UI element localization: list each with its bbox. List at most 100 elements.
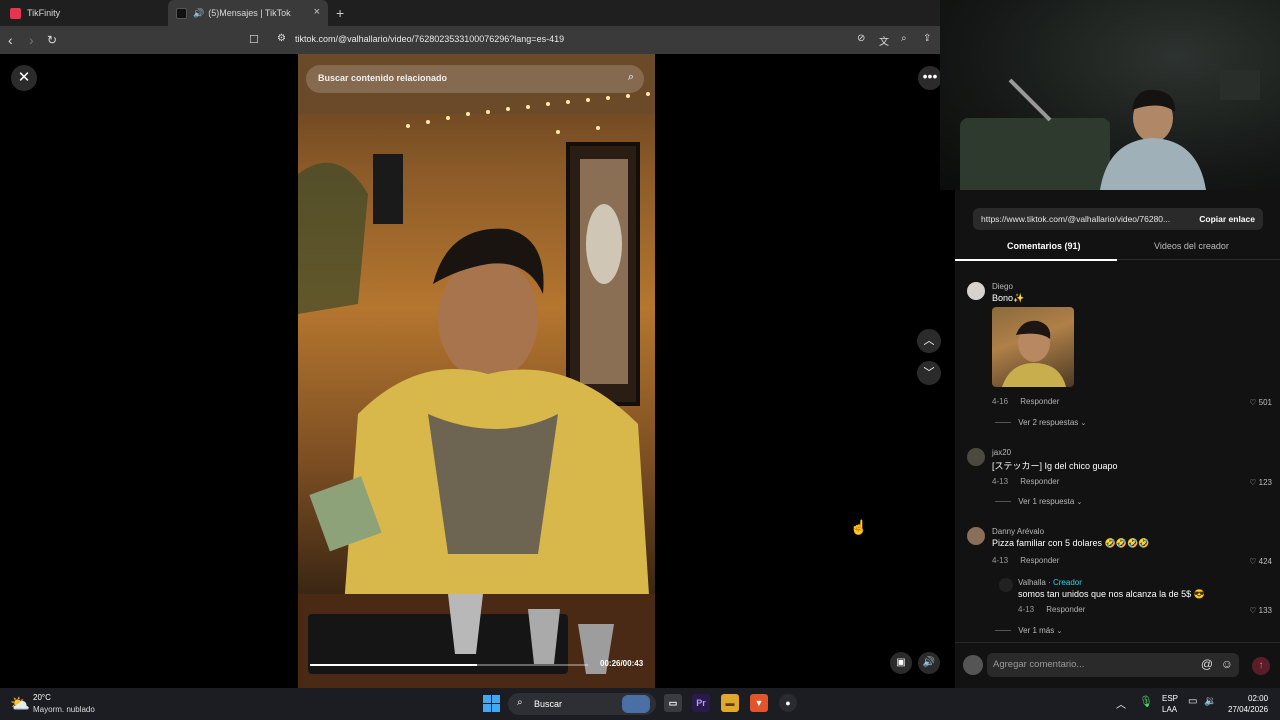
site-info-icon[interactable]: ⚙	[277, 33, 286, 44]
share-link-row: https://www.tiktok.com/@valhallario/vide…	[973, 208, 1263, 230]
tab-tiktok-messages[interactable]: 🔊 (5)Mensajes | TikTok ×	[168, 0, 328, 26]
video-timecode: 00:26/00:43	[600, 659, 644, 668]
video-player[interactable]	[298, 54, 655, 688]
speaker-icon[interactable]: 🔊	[193, 8, 204, 19]
clock-time[interactable]: 02:00	[1248, 694, 1268, 703]
reply-likes[interactable]: ♡ 133	[1249, 606, 1272, 615]
copy-link-button[interactable]: Copiar enlace	[1199, 214, 1255, 224]
creator-badge: Creador	[1052, 578, 1082, 587]
comment-date: 4-13	[992, 556, 1009, 565]
reply-username[interactable]: Valhalla · Creador	[1018, 578, 1082, 587]
network-icon[interactable]: ▭	[1188, 696, 1197, 707]
comment-meta: 4-13 Responder	[992, 477, 1059, 486]
emoji-icon[interactable]: ☺	[1221, 657, 1233, 671]
next-video-button[interactable]: ﹀	[917, 361, 941, 385]
tab-tikfinity[interactable]: TikFinity	[8, 0, 168, 26]
comment-item: Diego Bono✨ 4-16 Responder ♡ 501 Ver 2 r…	[967, 282, 1272, 432]
taskbar-search[interactable]: ⌕ Buscar	[508, 693, 656, 715]
heart-icon[interactable]: ♡	[1249, 478, 1256, 487]
video-viewer: ✕ Buscar contenido relacionado ⌕ ••• ︿ ﹀…	[0, 54, 955, 688]
view-replies-button[interactable]: Ver 2 respuestas ⌄	[995, 418, 1086, 427]
reply-button[interactable]: Responder	[1046, 605, 1085, 614]
comment-likes[interactable]: ♡ 123	[1249, 478, 1272, 487]
heart-icon[interactable]: ♡	[1249, 606, 1256, 615]
heart-icon[interactable]: ♡	[1249, 398, 1256, 407]
premiere-app-icon[interactable]: Pr	[692, 694, 710, 712]
translate-icon[interactable]: 文	[879, 33, 889, 48]
hand-cursor-icon: ☝	[850, 519, 868, 535]
like-count: 133	[1258, 606, 1272, 615]
input-language[interactable]: ESP	[1162, 694, 1178, 703]
weather-temperature[interactable]: 20°C	[33, 693, 51, 702]
reply-button[interactable]: Responder	[1020, 477, 1059, 486]
tikfinity-favicon-icon	[10, 7, 21, 19]
previous-video-button[interactable]: ︿	[917, 329, 941, 353]
obs-app-icon[interactable]: ●	[779, 694, 797, 712]
keyboard-layout[interactable]: LAA	[1162, 705, 1177, 714]
search-icon: ⌕	[517, 697, 523, 708]
send-comment-button[interactable]: ↑	[1252, 657, 1270, 675]
zoom-icon[interactable]: ⌕	[901, 33, 907, 44]
view-replies-button[interactable]: Ver 1 respuesta ⌄	[995, 497, 1082, 506]
tiktok-favicon-icon	[176, 7, 187, 19]
related-search-input[interactable]: Buscar contenido relacionado ⌕	[306, 65, 644, 93]
view-replies-label: Ver 1 respuesta	[1018, 497, 1075, 506]
more-options-icon[interactable]: •••	[918, 66, 942, 90]
reply-meta: 4-13 Responder	[1018, 605, 1085, 614]
clock-date[interactable]: 27/04/2026	[1228, 705, 1268, 714]
volume-icon[interactable]: 🔊	[918, 652, 940, 674]
new-tab-button[interactable]: +	[336, 5, 344, 21]
pip-icon[interactable]: ▣	[890, 652, 912, 674]
close-icon[interactable]: ✕	[11, 65, 37, 91]
address-bar[interactable]: ⚙ tiktok.com/@valhallario/video/76280235…	[268, 29, 938, 51]
like-count: 123	[1258, 478, 1272, 487]
reply-text: somos tan unidos que nos alcanza la de 5…	[1018, 589, 1205, 599]
comment-likes[interactable]: ♡ 424	[1249, 557, 1272, 566]
avatar[interactable]	[967, 282, 985, 300]
comments-panel: https://www.tiktok.com/@valhallario/vide…	[955, 190, 1280, 688]
tab-creator-videos[interactable]: Videos del creador	[1154, 241, 1229, 251]
video-progress-bar[interactable]	[310, 664, 588, 666]
comment-username[interactable]: Danny Arévalo	[992, 527, 1044, 536]
reload-icon[interactable]: ↻	[47, 32, 57, 48]
file-explorer-icon[interactable]: ▬	[721, 694, 739, 712]
tab-comments[interactable]: Comentarios (91)	[1007, 241, 1081, 251]
view-more-button[interactable]: Ver 1 más ⌄	[995, 626, 1062, 635]
weather-cloud-icon[interactable]: ⛅	[10, 694, 30, 714]
reply-username-label: Valhalla	[1018, 578, 1046, 587]
weather-description[interactable]: Mayorm. nublado	[33, 705, 95, 714]
search-icon[interactable]: ⌕	[628, 71, 634, 84]
reply-button[interactable]: Responder	[1020, 556, 1059, 565]
back-icon[interactable]: ‹	[8, 32, 13, 48]
avatar[interactable]	[967, 448, 985, 466]
brave-browser-icon[interactable]: ▼	[750, 694, 768, 712]
comment-input[interactable]: Agregar comentario... @ ☺	[987, 653, 1239, 677]
forward-icon[interactable]: ›	[29, 32, 34, 48]
share-icon[interactable]: ⇪	[923, 33, 931, 44]
comment-item: jax20 [ステッカー] Ig del chico guapo 4-13 Re…	[967, 448, 1272, 508]
webcam-overlay	[940, 0, 1280, 190]
bookmark-icon[interactable]: ☐	[249, 32, 259, 48]
comment-placeholder: Agregar comentario...	[993, 659, 1085, 670]
comment-meta: 4-13 Responder	[992, 556, 1059, 565]
chevron-down-icon: ⌄	[1080, 420, 1087, 427]
avatar[interactable]	[967, 527, 985, 545]
avatar[interactable]	[999, 578, 1013, 592]
comment-username[interactable]: jax20	[992, 448, 1011, 457]
search-highlight-icon	[622, 695, 650, 713]
close-tab-icon[interactable]: ×	[314, 6, 320, 18]
comment-sticker-image[interactable]	[992, 307, 1074, 387]
mention-icon[interactable]: @	[1201, 657, 1213, 671]
comment-username[interactable]: Diego	[992, 282, 1013, 291]
reply-button[interactable]: Responder	[1020, 397, 1059, 406]
sticker-photo	[1002, 320, 1066, 387]
comment-likes[interactable]: ♡ 501	[1249, 398, 1272, 407]
heart-icon[interactable]: ♡	[1249, 557, 1256, 566]
share-url: https://www.tiktok.com/@valhallario/vide…	[981, 214, 1171, 224]
task-view-icon[interactable]: ▭	[664, 694, 682, 712]
tracking-icon[interactable]: ⊘	[857, 33, 865, 44]
microphone-icon[interactable]: 🎙	[1139, 695, 1153, 708]
tray-chevron-up-icon[interactable]: ︿	[1116, 696, 1126, 711]
volume-icon[interactable]: 🔉	[1204, 696, 1216, 707]
start-button[interactable]	[483, 695, 501, 713]
